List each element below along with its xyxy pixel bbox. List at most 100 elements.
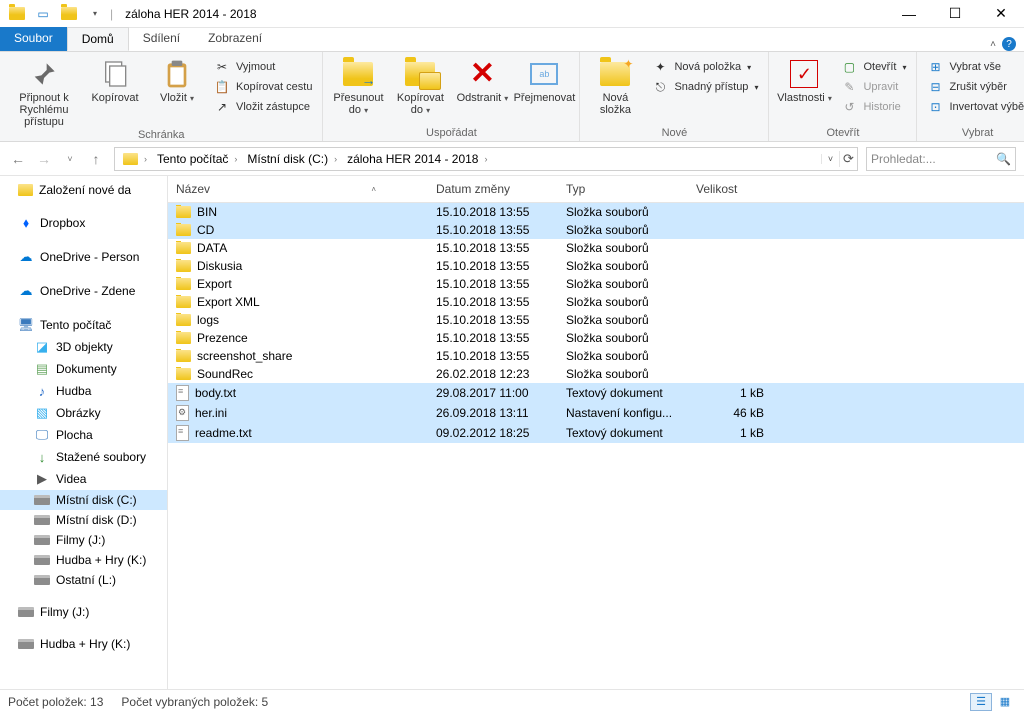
copy-button[interactable]: Kopírovat — [86, 56, 144, 104]
properties-button[interactable]: ✓ Vlastnosti ▾ — [775, 56, 833, 105]
history-button[interactable]: ↺Historie — [837, 98, 910, 116]
tree-item[interactable]: ▧Obrázky — [0, 402, 167, 424]
edit-button[interactable]: ✎Upravit — [837, 78, 910, 96]
paste-shortcut-button[interactable]: ↗Vložit zástupce — [210, 98, 316, 116]
tree-item[interactable]: Filmy (J:) — [0, 602, 167, 622]
chevron-icon[interactable]: › — [232, 154, 239, 164]
tree-item[interactable]: Založení nové da — [0, 180, 167, 200]
select-all-icon: ⊞ — [927, 59, 943, 75]
table-row[interactable]: Diskusia15.10.2018 13:55Složka souborů — [168, 257, 1024, 275]
nav-tree[interactable]: Založení nové da ⬧Dropbox ☁OneDrive - Pe… — [0, 176, 168, 689]
table-row[interactable]: CD15.10.2018 13:55Složka souborů — [168, 221, 1024, 239]
invert-selection-button[interactable]: ⊡Invertovat výběr — [923, 98, 1024, 116]
file-name: CD — [197, 223, 214, 237]
nav-forward-button[interactable]: → — [34, 149, 54, 169]
view-large-button[interactable]: ▦ — [994, 693, 1016, 711]
file-type: Složka souborů — [566, 313, 696, 327]
tree-item[interactable]: ◪3D objekty — [0, 336, 167, 358]
tree-item-disk-c[interactable]: Místní disk (C:) — [0, 490, 167, 510]
pc-icon: 🖥 — [18, 317, 34, 333]
tree-item[interactable]: ▤Dokumenty — [0, 358, 167, 380]
tree-item[interactable]: ↓Stažené soubory — [0, 446, 167, 468]
qat-newfolder-icon[interactable] — [58, 3, 80, 25]
pin-button[interactable]: Připnout k Rychlému přístupu — [6, 56, 82, 128]
select-none-button[interactable]: ⊟Zrušit výběr — [923, 78, 1024, 96]
column-headers[interactable]: Název˄ Datum změny Typ Velikost — [168, 176, 1024, 203]
qat-properties-icon[interactable]: ▭ — [32, 3, 54, 25]
tree-item[interactable]: ♪Hudba — [0, 380, 167, 402]
file-list[interactable]: Název˄ Datum změny Typ Velikost BIN15.10… — [168, 176, 1024, 689]
file-size: 46 kB — [696, 405, 776, 421]
address-dropdown-icon[interactable]: ˅ — [821, 154, 839, 164]
rename-button[interactable]: Přejmenovat — [515, 56, 573, 104]
tree-item[interactable]: Místní disk (D:) — [0, 510, 167, 530]
copy-to-button[interactable]: Kopírovat do ▾ — [391, 56, 449, 117]
search-input[interactable]: Prohledat:... 🔍 — [866, 147, 1016, 171]
open-button[interactable]: ▢Otevřít ▾ — [837, 58, 910, 76]
folder-icon — [176, 332, 191, 344]
tree-item-onedrive[interactable]: ☁OneDrive - Person — [0, 246, 167, 268]
help-icon[interactable]: ? — [1002, 37, 1016, 51]
chevron-icon[interactable]: › — [332, 154, 339, 164]
new-item-button[interactable]: ✦Nová položka ▾ — [648, 58, 762, 76]
table-row[interactable]: Prezence15.10.2018 13:55Složka souborů — [168, 329, 1024, 347]
table-row[interactable]: readme.txt09.02.2012 18:25Textový dokume… — [168, 423, 1024, 443]
table-row[interactable]: screenshot_share15.10.2018 13:55Složka s… — [168, 347, 1024, 365]
crumb-root-icon[interactable] — [115, 153, 142, 165]
maximize-button[interactable]: ☐ — [932, 0, 978, 28]
table-row[interactable]: Export15.10.2018 13:55Složka souborů — [168, 275, 1024, 293]
tree-item[interactable]: Hudba + Hry (K:) — [0, 634, 167, 654]
tree-item-this-pc[interactable]: 🖥Tento počítač — [0, 314, 167, 336]
col-size[interactable]: Velikost — [696, 182, 776, 196]
address-bar[interactable]: › Tento počítač › Místní disk (C:) › zál… — [114, 147, 858, 171]
cut-button[interactable]: ✂Vyjmout — [210, 58, 316, 76]
new-folder-button[interactable]: Nová složka — [586, 56, 644, 116]
breadcrumb[interactable]: Tento počítač — [149, 152, 232, 166]
collapse-ribbon-icon[interactable]: ˄ — [990, 39, 996, 50]
col-type[interactable]: Typ — [566, 182, 696, 196]
move-to-button[interactable]: Přesunout do ▾ — [329, 56, 387, 117]
nav-recent-button[interactable]: ˅ — [60, 149, 80, 169]
refresh-icon[interactable]: ⟳ — [839, 151, 857, 167]
easy-access-button[interactable]: ⎋Snadný přístup ▾ — [648, 78, 762, 96]
table-row[interactable]: DATA15.10.2018 13:55Složka souborů — [168, 239, 1024, 257]
tree-item[interactable]: Filmy (J:) — [0, 530, 167, 550]
select-all-button[interactable]: ⊞Vybrat vše — [923, 58, 1024, 76]
col-date[interactable]: Datum změny — [436, 182, 566, 196]
tree-item-dropbox[interactable]: ⬧Dropbox — [0, 212, 167, 234]
tree-item-onedrive[interactable]: ☁OneDrive - Zdene — [0, 280, 167, 302]
chevron-icon[interactable]: › — [142, 154, 149, 164]
paste-button[interactable]: Vložit ▾ — [148, 56, 206, 105]
nav-back-button[interactable]: ← — [8, 149, 28, 169]
delete-button[interactable]: ✕ Odstranit ▾ — [453, 56, 511, 105]
table-row[interactable]: Export XML15.10.2018 13:55Složka souborů — [168, 293, 1024, 311]
tree-item[interactable]: 🖵Plocha — [0, 424, 167, 446]
tree-item[interactable]: Hudba + Hry (K:) — [0, 550, 167, 570]
close-button[interactable]: ✕ — [978, 0, 1024, 28]
easy-access-icon: ⎋ — [652, 79, 668, 95]
tab-home[interactable]: Domů — [67, 27, 129, 51]
chevron-icon[interactable]: › — [482, 154, 489, 164]
table-row[interactable]: logs15.10.2018 13:55Složka souborů — [168, 311, 1024, 329]
col-name[interactable]: Název˄ — [176, 182, 436, 196]
nav-up-button[interactable]: ↑ — [86, 149, 106, 169]
tab-share[interactable]: Sdílení — [129, 27, 194, 51]
invert-icon: ⊡ — [927, 99, 943, 115]
minimize-button[interactable]: — — [886, 0, 932, 28]
table-row[interactable]: her.ini26.09.2018 13:11Nastavení konfigu… — [168, 403, 1024, 423]
table-row[interactable]: BIN15.10.2018 13:55Složka souborů — [168, 203, 1024, 221]
new-folder-icon — [599, 58, 631, 90]
breadcrumb[interactable]: záloha HER 2014 - 2018 — [339, 152, 482, 166]
tab-file[interactable]: Soubor — [0, 27, 67, 51]
tree-item[interactable]: Ostatní (L:) — [0, 570, 167, 590]
tab-view[interactable]: Zobrazení — [194, 27, 276, 51]
qat-dropdown-icon[interactable]: ▾ — [84, 3, 106, 25]
shortcut-icon: ↗ — [214, 99, 230, 115]
table-row[interactable]: body.txt29.08.2017 11:00Textový dokument… — [168, 383, 1024, 403]
copy-path-button[interactable]: 📋Kopírovat cestu — [210, 78, 316, 96]
tree-item[interactable]: ▶Videa — [0, 468, 167, 490]
table-row[interactable]: SoundRec26.02.2018 12:23Složka souborů — [168, 365, 1024, 383]
view-details-button[interactable]: ☰ — [970, 693, 992, 711]
drive-icon — [18, 639, 34, 649]
breadcrumb[interactable]: Místní disk (C:) — [239, 152, 332, 166]
